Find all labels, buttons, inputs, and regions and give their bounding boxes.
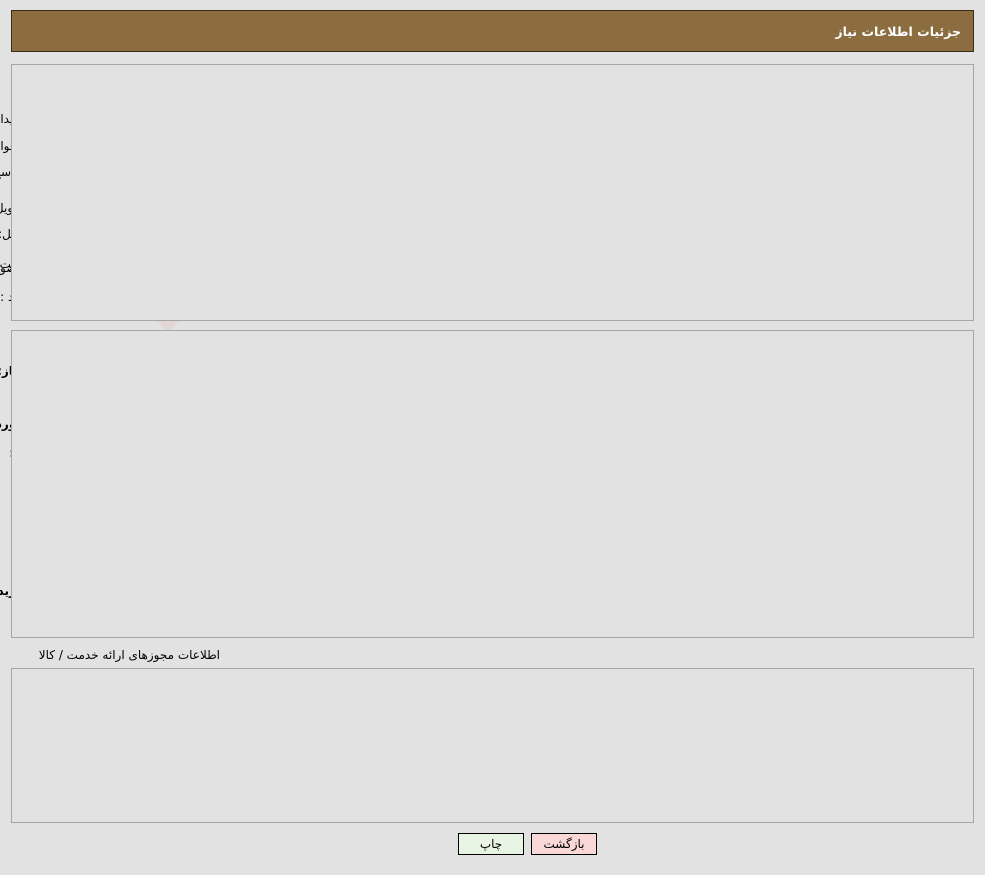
permits-panel (11, 668, 974, 823)
need-summary-panel (11, 64, 974, 321)
print-button[interactable]: چاپ (458, 833, 524, 855)
permits-caption: اطلاعات مجوزهای ارائه خدمت / کالا (38, 648, 220, 662)
need-details-panel (11, 330, 974, 638)
page-title: جزئیات اطلاعات نیاز (835, 24, 961, 39)
back-button[interactable]: بازگشت (531, 833, 597, 855)
page-header: جزئیات اطلاعات نیاز (11, 10, 974, 52)
